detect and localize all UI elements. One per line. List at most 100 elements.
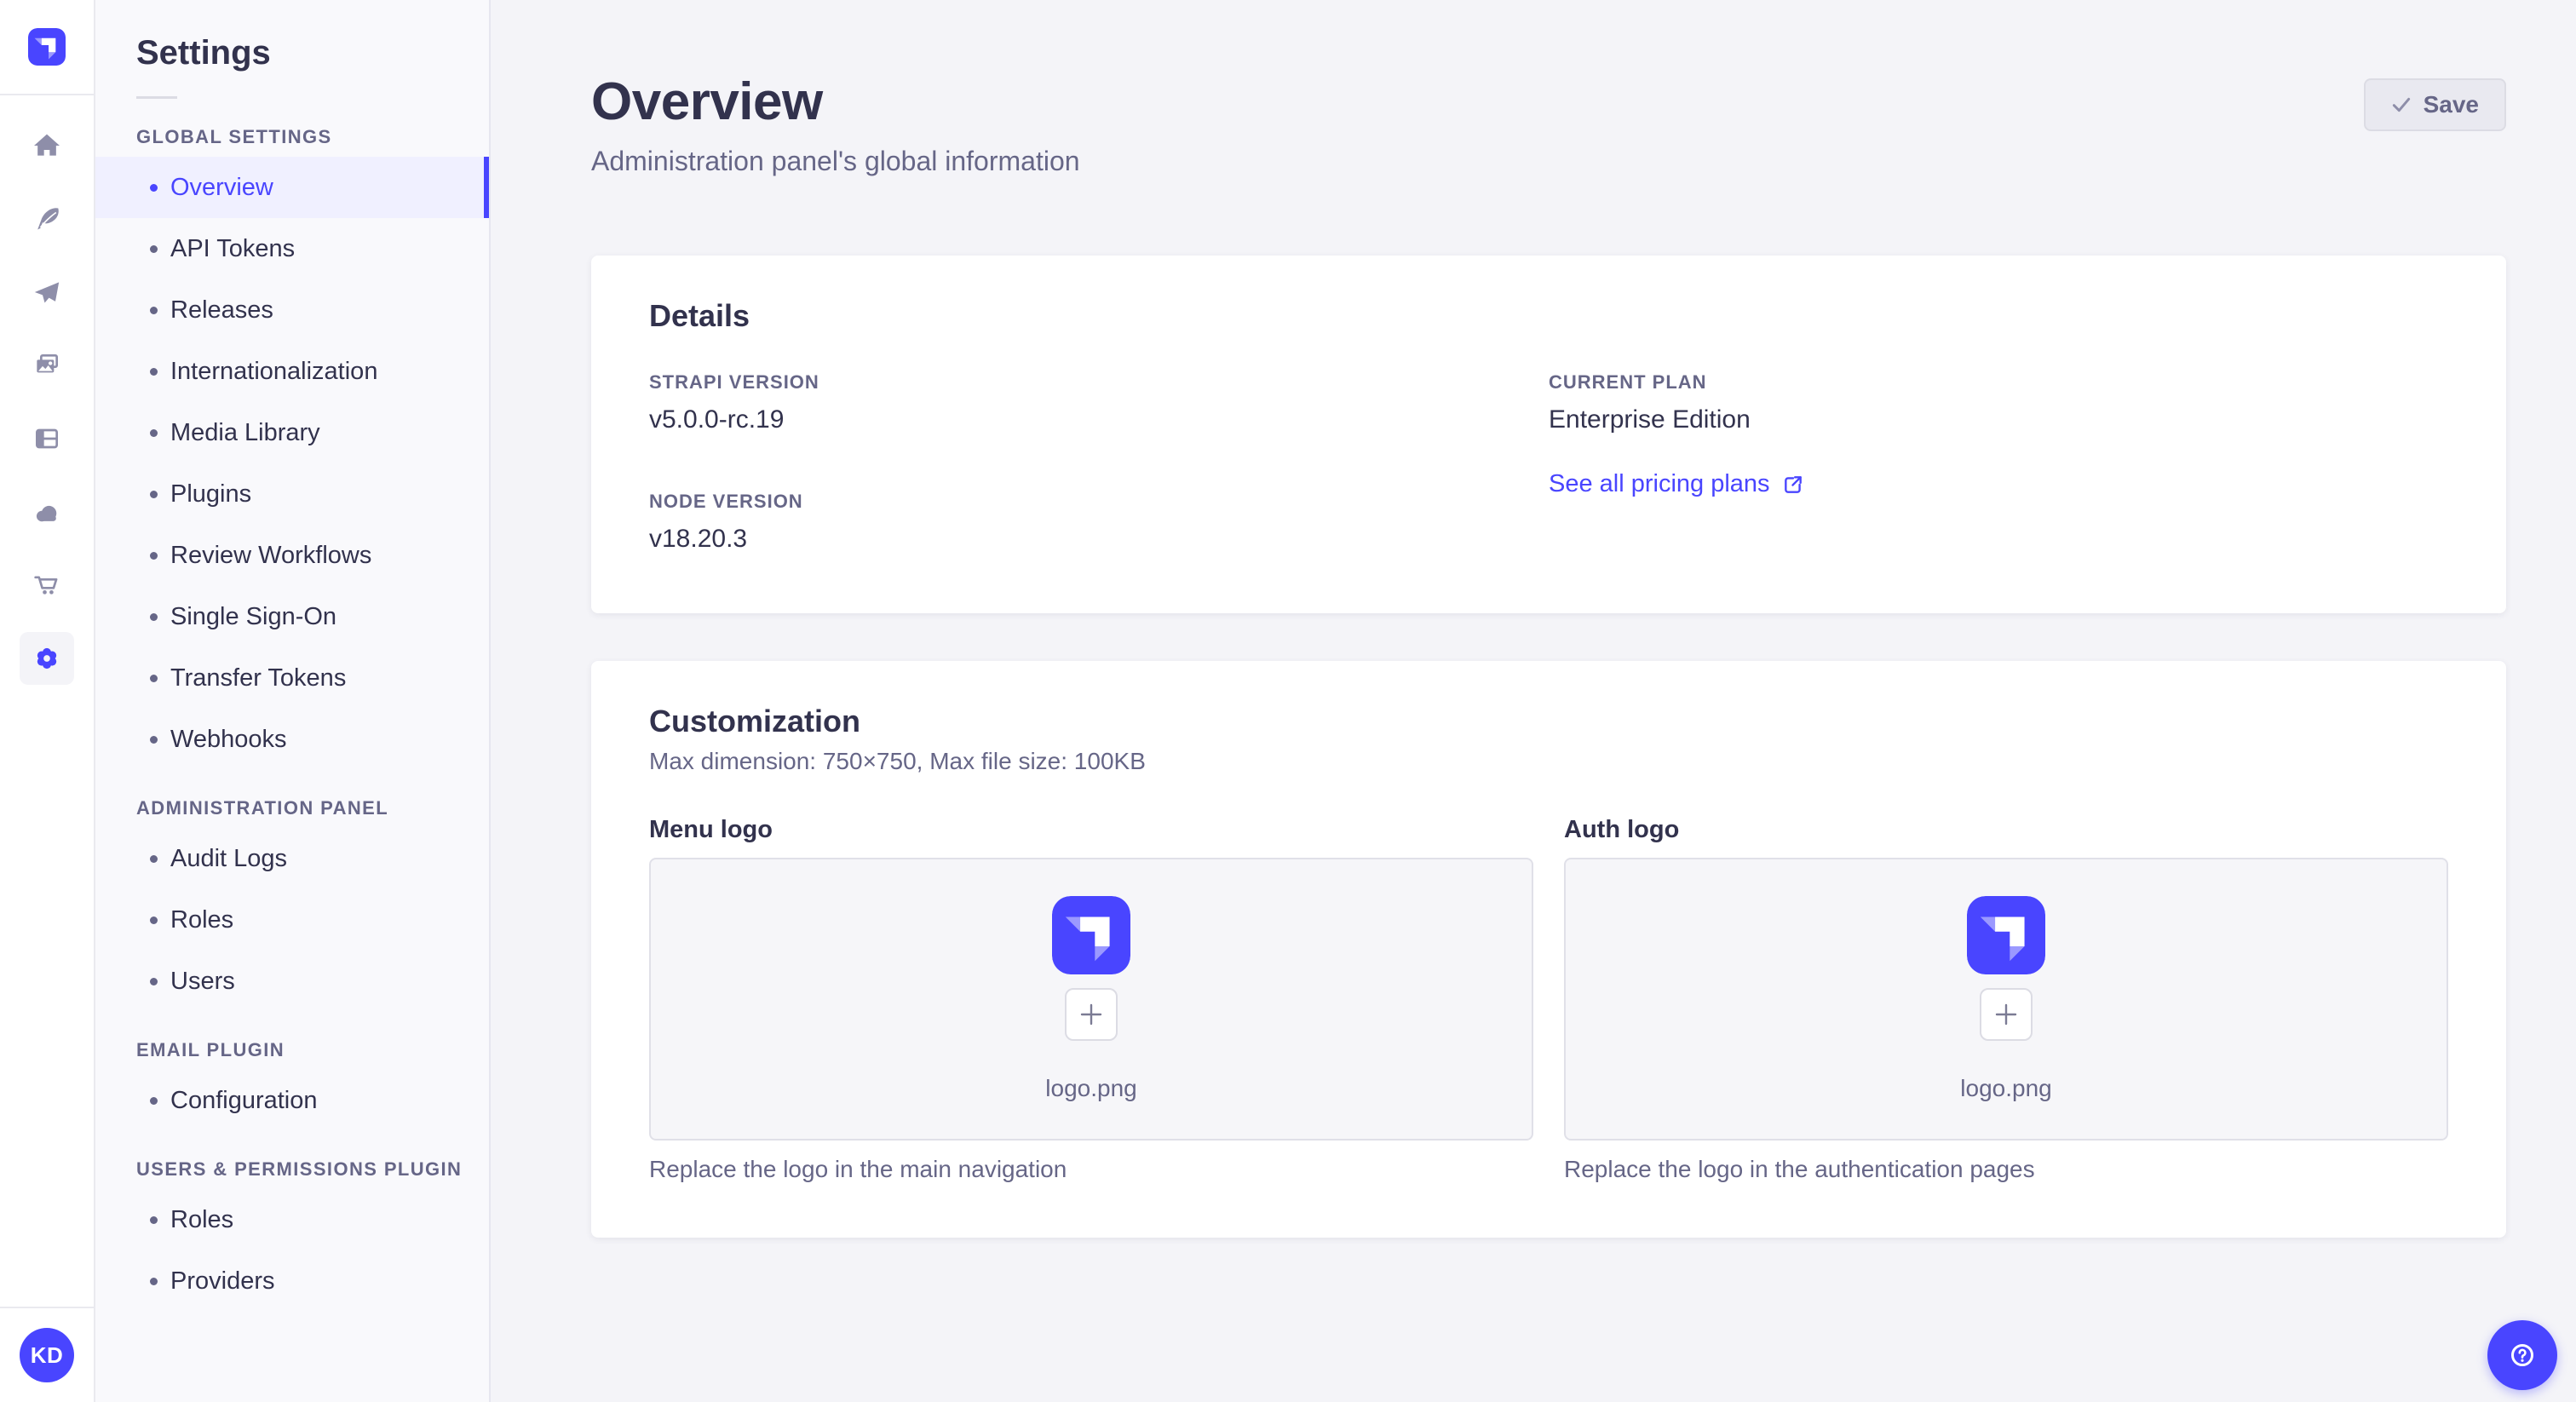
bullet-icon [150, 854, 158, 863]
menu-logo-field: Menu logo logo.png Replace the logo in t… [649, 816, 1533, 1183]
save-button-label: Save [2423, 91, 2479, 118]
strapi-logo [1052, 896, 1130, 974]
strapi-logo[interactable] [28, 28, 66, 66]
images-icon[interactable] [20, 339, 74, 392]
subnav-item-label: Roles [170, 905, 234, 934]
logo-filename: logo.png [1045, 1075, 1137, 1101]
nav-group-email-plugin: EMAIL PLUGIN Configuration [95, 1039, 489, 1131]
rail-bottom-section: KD [0, 1307, 94, 1402]
subnav-item-label: Configuration [170, 1086, 318, 1114]
bullet-icon [150, 1215, 158, 1224]
external-link-icon [1784, 475, 1802, 493]
subnav-item[interactable]: Audit Logs [95, 828, 489, 889]
subnav-item[interactable]: Review Workflows [95, 525, 489, 586]
subnav-item[interactable]: Single Sign-On [95, 586, 489, 647]
nav-group-header: ADMINISTRATION PANEL [136, 797, 389, 819]
cloud-icon[interactable] [20, 486, 74, 538]
avatar-initials: KD [30, 1342, 64, 1368]
add-logo-button[interactable] [1980, 988, 2033, 1041]
node-version-field: NODE VERSION v18.20.3 [649, 491, 1549, 554]
menu-logo-dropzone[interactable]: logo.png [649, 858, 1533, 1141]
subnav-item[interactable]: Roles [95, 889, 489, 951]
save-button[interactable]: Save [2363, 78, 2506, 131]
auth-logo-field: Auth logo logo.png Replace the logo in t… [1564, 816, 2448, 1183]
subnav-item[interactable]: API Tokens [95, 218, 489, 279]
nav-group-global-settings: GLOBAL SETTINGS Overview API Tokens Rele… [95, 126, 489, 770]
customization-card-title: Customization [649, 704, 860, 738]
bullet-icon [150, 1096, 158, 1105]
bullet-icon [150, 916, 158, 924]
page-title: Overview [591, 72, 823, 131]
customization-card: Customization Max dimension: 750×750, Ma… [591, 661, 2506, 1238]
customization-card-subtitle: Max dimension: 750×750, Max file size: 1… [649, 748, 1146, 774]
subnav-item-label: Media Library [170, 418, 320, 446]
field-label: STRAPI VERSION [649, 371, 819, 393]
subnav-item-label: Providers [170, 1267, 275, 1295]
rail-logo-section [0, 0, 94, 95]
subnav-item[interactable]: Roles [95, 1189, 489, 1250]
strapi-logo [1967, 896, 2045, 974]
bullet-icon [150, 367, 158, 376]
menu-logo-caption: Replace the logo in the main navigation [649, 1156, 1067, 1182]
layout-icon[interactable] [20, 412, 74, 465]
nav-group-items: Overview API Tokens Releases Internation… [95, 157, 489, 770]
menu-logo-label: Menu logo [649, 816, 773, 843]
avatar[interactable]: KD [20, 1328, 74, 1382]
pricing-plans-link[interactable]: See all pricing plans [1549, 470, 1804, 498]
feather-icon[interactable] [20, 192, 74, 245]
subnav-title: Settings [136, 34, 271, 72]
subnav-item-label: Webhooks [170, 725, 287, 753]
plus-icon [1080, 1003, 1102, 1026]
home-icon[interactable] [20, 119, 74, 172]
subnav-item[interactable]: Webhooks [95, 709, 489, 770]
details-card: Details STRAPI VERSION v5.0.0-rc.19 NODE… [591, 256, 2506, 613]
subnav-item-label: Transfer Tokens [170, 664, 347, 692]
nav-group-header: USERS & PERMISSIONS PLUGIN [136, 1158, 463, 1180]
subnav-item[interactable]: Providers [95, 1250, 489, 1312]
field-label: NODE VERSION [649, 491, 803, 512]
help-button[interactable] [2487, 1320, 2557, 1390]
subnav-item-label: Review Workflows [170, 541, 372, 569]
subnav-item-label: API Tokens [170, 234, 296, 262]
auth-logo-dropzone[interactable]: logo.png [1564, 858, 2448, 1141]
subnav-item-label: Internationalization [170, 357, 378, 385]
subnav-item[interactable]: Plugins [95, 463, 489, 525]
bullet-icon [150, 612, 158, 621]
subnav-item[interactable]: Releases [95, 279, 489, 341]
paper-plane-icon[interactable] [20, 266, 74, 319]
subnav-item-label: Releases [170, 296, 273, 324]
bullet-icon [150, 735, 158, 744]
nav-group-items: Roles Providers [95, 1189, 489, 1312]
page-header: Overview Administration panel's global i… [591, 72, 2506, 177]
gear-icon[interactable] [20, 632, 74, 685]
field-value: v5.0.0-rc.19 [649, 405, 785, 434]
subnav-groups: GLOBAL SETTINGS Overview API Tokens Rele… [95, 126, 489, 1312]
nav-group-header: EMAIL PLUGIN [136, 1039, 285, 1060]
bullet-icon [150, 183, 158, 192]
rail-icon-list [20, 119, 74, 705]
subnav-item[interactable]: Overview [95, 157, 489, 218]
subnav-item[interactable]: Internationalization [95, 341, 489, 402]
nav-group-items: Audit Logs Roles Users [95, 828, 489, 1012]
bullet-icon [150, 428, 158, 437]
add-logo-button[interactable] [1065, 988, 1118, 1041]
nav-group-items: Configuration [95, 1070, 489, 1131]
bullet-icon [150, 490, 158, 498]
bullet-icon [150, 674, 158, 682]
field-label: CURRENT PLAN [1549, 371, 1707, 393]
subnav-item-label: Single Sign-On [170, 602, 337, 630]
subnav-title-divider [136, 96, 177, 99]
bullet-icon [150, 977, 158, 985]
main-content: Overview Administration panel's global i… [491, 0, 2576, 1402]
subnav-item[interactable]: Transfer Tokens [95, 647, 489, 709]
plus-icon [1995, 1003, 2017, 1026]
main-nav-rail: KD [0, 0, 95, 1402]
cart-icon[interactable] [20, 559, 74, 612]
subnav-item-label: Users [170, 967, 235, 995]
field-value: Enterprise Edition [1549, 405, 1751, 434]
subnav-item[interactable]: Media Library [95, 402, 489, 463]
question-mark-icon [2511, 1344, 2533, 1366]
subnav-item[interactable]: Users [95, 951, 489, 1012]
nav-group-header: GLOBAL SETTINGS [136, 126, 332, 147]
subnav-item[interactable]: Configuration [95, 1070, 489, 1131]
